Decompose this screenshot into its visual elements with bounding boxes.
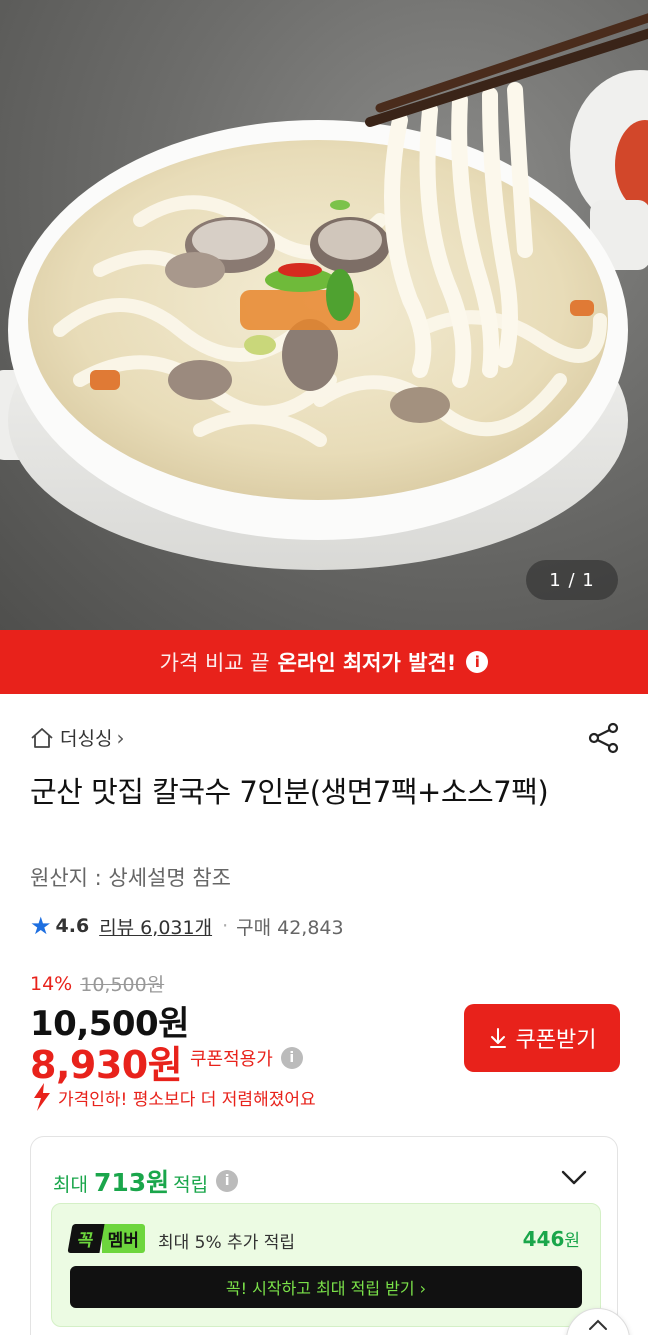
discount-row: 14% 10,500원 — [30, 970, 164, 997]
discount-rate: 14% — [30, 972, 73, 995]
member-reward-amount-unit: 원 — [564, 1231, 580, 1251]
rating-row: ★ 4.6 리뷰 6,031개 · 구매 42,843 — [30, 912, 344, 940]
member-start-button[interactable]: 꼭! 시작하고 최대 적립 받기 › — [70, 1266, 582, 1308]
price-drop-icon — [34, 1083, 50, 1111]
member-reward-box: 꼭 멤버 최대 5% 추가 적립 446원 꼭! 시작하고 최대 적립 받기 › — [51, 1203, 601, 1327]
product-image[interactable]: 1 / 1 — [0, 0, 648, 630]
price-drop-notice: 가격인하! 평소보다 더 저렴해졌어요 — [30, 1082, 316, 1112]
download-icon — [489, 1028, 506, 1048]
get-coupon-button[interactable]: 쿠폰받기 — [464, 1004, 620, 1072]
banner-prefix: 가격 비교 끝 — [159, 651, 270, 675]
product-photo — [0, 13, 648, 570]
price-drop-text: 가격인하! 평소보다 더 저렴해졌어요 — [58, 1089, 316, 1110]
member-badge: 꼭 멤버 — [67, 1224, 145, 1253]
info-icon[interactable]: i — [466, 651, 489, 673]
product-origin: 원산지 : 상세설명 참조 — [30, 866, 231, 890]
get-coupon-label: 쿠폰받기 — [515, 1028, 597, 1053]
purchase-count: 구매 42,843 — [236, 916, 344, 939]
info-icon[interactable]: i — [280, 1047, 303, 1069]
member-badge-right: 멤버 — [101, 1224, 145, 1253]
chevron-up-icon — [589, 1319, 607, 1330]
store-link[interactable]: 더싱싱 › — [30, 724, 124, 751]
member-reward-amount: 446원 — [523, 1226, 580, 1251]
coupon-price-label-text: 쿠폰적용가 — [190, 1049, 273, 1070]
member-badge-left: 꼭 — [67, 1224, 105, 1253]
product-title: 군산 맛집 칼국수 7인분(생면7팩+소스7팩) — [30, 775, 549, 809]
coupon-price-label: 쿠폰적용가 i — [190, 1045, 303, 1071]
banner-highlight: 온라인 최저가 발견! — [277, 651, 457, 675]
max-reward-prefix: 최대 — [53, 1174, 88, 1196]
max-reward: 최대 713원 적립 i — [53, 1163, 239, 1199]
chevron-down-icon[interactable] — [561, 1167, 587, 1192]
store-name: 더싱싱 — [60, 728, 113, 750]
lowest-price-banner[interactable]: 가격 비교 끝 온라인 최저가 발견! i — [0, 630, 648, 694]
separator-dot: · — [222, 915, 229, 937]
image-counter: 1 / 1 — [526, 560, 618, 600]
max-reward-amount: 713원 — [93, 1168, 170, 1197]
original-price: 10,500원 — [80, 974, 165, 996]
member-reward-amount-num: 446 — [522, 1227, 565, 1251]
info-icon[interactable]: i — [216, 1170, 239, 1192]
share-icon[interactable] — [586, 720, 622, 756]
rating-score: 4.6 — [55, 915, 90, 937]
member-reward-desc: 최대 5% 추가 적립 — [158, 1233, 296, 1253]
coupon-price: 8,930원 — [30, 1043, 183, 1087]
star-icon: ★ — [30, 912, 52, 940]
home-icon — [31, 727, 53, 748]
max-reward-suffix: 적립 — [173, 1174, 209, 1196]
review-count-link[interactable]: 리뷰 6,031개 — [99, 913, 212, 940]
rewards-card: 최대 713원 적립 i 꼭 멤버 최대 5% 추가 적립 446원 꼭! 시작… — [30, 1136, 618, 1335]
chevron-right-icon: › — [116, 725, 125, 750]
